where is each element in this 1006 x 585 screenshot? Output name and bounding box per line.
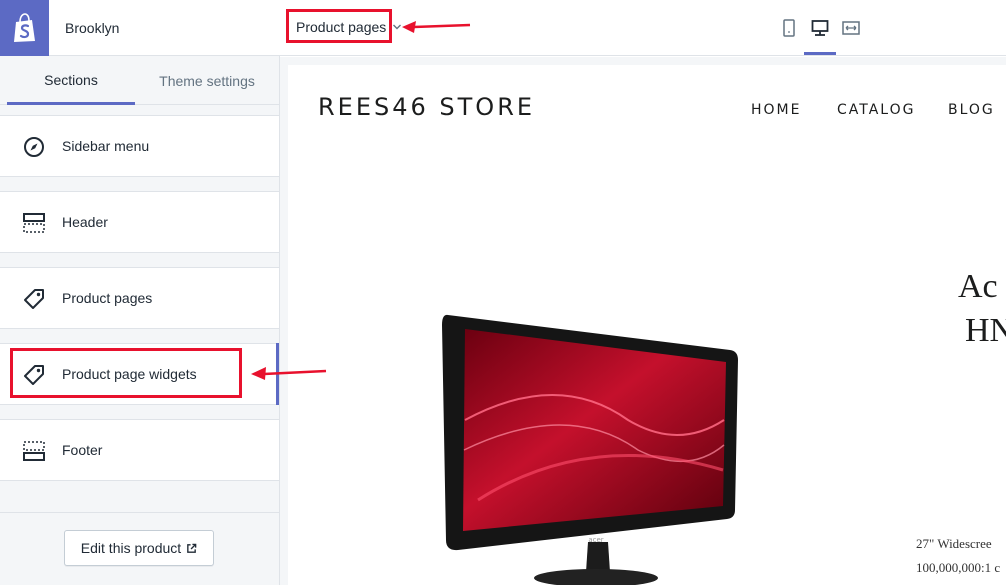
sidebar-tabs: Sections Theme settings: [0, 57, 279, 105]
active-view-indicator: [804, 52, 836, 55]
sidebar-footer: Edit this product: [0, 512, 279, 585]
store-name[interactable]: REES46 STORE: [318, 93, 535, 121]
edit-product-button[interactable]: Edit this product: [64, 530, 214, 566]
product-image[interactable]: acer: [438, 310, 748, 585]
section-item-label: Footer: [62, 442, 103, 458]
section-item-label: Header: [62, 214, 108, 230]
tag-icon: [24, 289, 44, 309]
tab-theme-settings[interactable]: Theme settings: [135, 57, 279, 105]
section-item-label: Product pages: [62, 290, 153, 306]
svg-text:acer: acer: [588, 536, 603, 544]
nav-link-home[interactable]: HOME: [751, 102, 801, 118]
compass-icon: [24, 137, 44, 157]
annotation-arrow-icon: [402, 21, 471, 33]
annotation-box-product-page-widgets: [10, 348, 242, 398]
section-item-product-pages[interactable]: Product pages: [0, 267, 279, 329]
fullwidth-view-icon: [842, 21, 860, 35]
product-description-line-1: 27" Widescree: [916, 536, 992, 551]
store-preview: REES46 STORE HOME CATALOG BLOG Ac HN 27"…: [288, 65, 1006, 585]
product-description-line-2: 100,000,000:1 c: [916, 560, 1001, 575]
section-item-sidebar-menu[interactable]: Sidebar menu: [0, 115, 279, 177]
external-link-icon: [187, 543, 197, 553]
section-item-header[interactable]: Header: [0, 191, 279, 253]
sidebar-brand-bar: Brooklyn: [0, 0, 280, 56]
desktop-view-icon: [811, 20, 829, 36]
shopify-bag-icon: [13, 13, 35, 42]
mobile-view-button[interactable]: [777, 16, 801, 40]
section-item-footer[interactable]: Footer: [0, 419, 279, 481]
header-layout-icon: [23, 213, 45, 233]
annotation-arrow-icon: [251, 367, 327, 380]
annotation-box-page-selector: [286, 9, 392, 43]
mobile-view-icon: [783, 19, 795, 37]
product-title-line-2: HN: [965, 312, 1006, 349]
nav-link-blog[interactable]: BLOG: [948, 102, 995, 118]
footer-layout-icon: [23, 441, 45, 461]
desktop-view-button[interactable]: [808, 16, 832, 40]
fullwidth-view-button[interactable]: [839, 16, 863, 40]
theme-name: Brooklyn: [65, 20, 120, 36]
section-item-label: Sidebar menu: [62, 138, 150, 154]
product-title-line-1: Ac: [958, 268, 998, 305]
nav-link-catalog[interactable]: CATALOG: [837, 102, 915, 118]
theme-editor-sidebar: Brooklyn Sections Theme settings Sidebar…: [0, 0, 280, 585]
shopify-logo[interactable]: [0, 0, 49, 56]
edit-product-label: Edit this product: [80, 540, 182, 556]
tab-sections[interactable]: Sections: [7, 57, 135, 105]
preview-area: REES46 STORE HOME CATALOG BLOG Ac HN 27"…: [280, 57, 1006, 585]
